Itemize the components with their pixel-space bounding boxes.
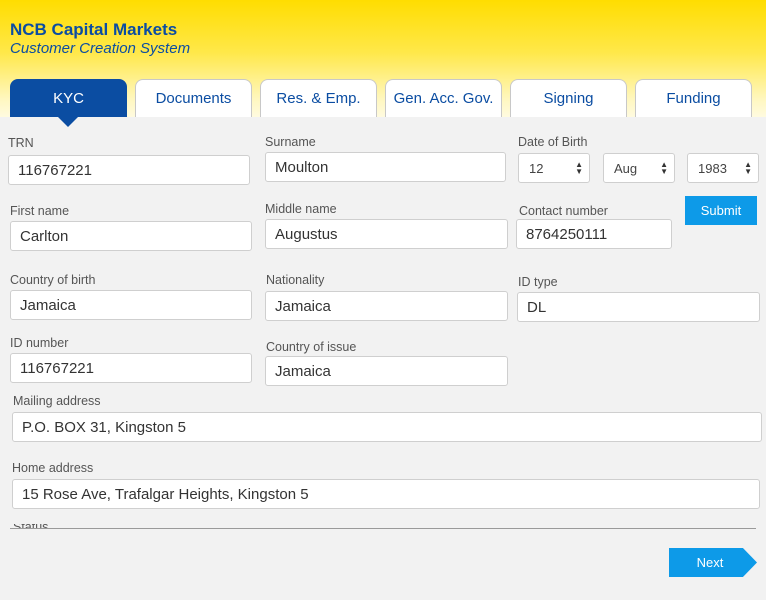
contact-number-label: Contact number: [519, 204, 608, 218]
tab-signing[interactable]: Signing: [510, 79, 627, 117]
mailing-address-input[interactable]: [12, 412, 762, 442]
trn-label: TRN: [8, 136, 34, 150]
brand-title: NCB Capital Markets: [10, 20, 178, 39]
dob-month-value: Aug: [614, 160, 638, 176]
tab-kyc[interactable]: KYC: [10, 79, 127, 117]
country-of-birth-label: Country of birth: [10, 273, 96, 287]
stepper-icon: ▲ ▼: [660, 160, 668, 176]
home-address-input[interactable]: [12, 479, 760, 509]
submit-button[interactable]: Submit: [685, 196, 757, 225]
stepper-icon: ▲ ▼: [575, 160, 583, 176]
id-number-input[interactable]: [10, 353, 252, 383]
middle-name-input[interactable]: [265, 219, 508, 249]
first-name-label: First name: [10, 204, 70, 218]
brand-subtitle: Customer Creation System: [10, 40, 191, 57]
dob-year-value: 1983: [698, 160, 727, 176]
surname-label: Surname: [265, 135, 316, 149]
next-button[interactable]: Next: [669, 548, 757, 577]
tab-gen-acc-gov[interactable]: Gen. Acc. Gov.: [385, 79, 502, 117]
dob-day-value: 12: [529, 160, 544, 176]
country-of-issue-label: Country of issue: [266, 340, 357, 354]
tab-funding[interactable]: Funding: [635, 79, 752, 117]
country-of-issue-input[interactable]: [265, 356, 508, 386]
scroll-divider: [10, 528, 756, 529]
tab-res-emp[interactable]: Res. & Emp.: [260, 79, 377, 117]
nationality-label: Nationality: [266, 273, 325, 287]
middle-name-label: Middle name: [265, 202, 337, 216]
stepper-icon: ▲ ▼: [744, 160, 752, 176]
dob-month-select[interactable]: Aug ▲ ▼: [603, 153, 675, 183]
dob-day-select[interactable]: 12 ▲ ▼: [518, 153, 590, 183]
id-number-label: ID number: [10, 336, 69, 350]
active-tab-indicator: [58, 117, 78, 127]
surname-input[interactable]: [265, 152, 506, 182]
home-address-label: Home address: [12, 461, 94, 475]
nationality-input[interactable]: [265, 291, 508, 321]
first-name-input[interactable]: [10, 221, 252, 251]
tab-documents[interactable]: Documents: [135, 79, 252, 117]
dob-year-select[interactable]: 1983 ▲ ▼: [687, 153, 759, 183]
dob-label: Date of Birth: [518, 135, 588, 149]
mailing-address-label: Mailing address: [13, 394, 101, 408]
contact-number-input[interactable]: [516, 219, 672, 249]
trn-input[interactable]: [8, 155, 250, 185]
app-header: NCB Capital Markets Customer Creation Sy…: [0, 0, 766, 117]
id-type-input[interactable]: [517, 292, 760, 322]
id-type-label: ID type: [518, 275, 558, 289]
country-of-birth-input[interactable]: [10, 290, 252, 320]
